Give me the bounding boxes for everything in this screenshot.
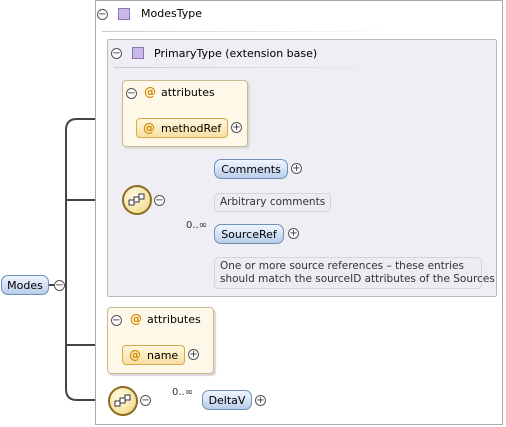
source-ref-doc-line-1: One or more source references – these en… <box>220 260 464 272</box>
source-ref-doc-line-2: should match the sourceID attributes of … <box>220 273 495 285</box>
delta-v-element[interactable]: DeltaV <box>202 390 252 410</box>
complex-type-icon <box>118 8 130 20</box>
attributes-header: attributes <box>161 86 215 99</box>
attribute-icon: @ <box>129 348 141 362</box>
attributes-header: attributes <box>147 313 201 326</box>
modes-type-label: ModesType <box>141 7 202 20</box>
source-ref-occurrence: 0..∞ <box>186 220 208 231</box>
attributes-collapse-icon[interactable]: − <box>111 315 122 326</box>
type-icon <box>132 47 144 59</box>
name-expand-icon[interactable]: + <box>188 349 199 360</box>
sequence-collapse-icon[interactable]: − <box>140 395 151 406</box>
attribute-icon: @ <box>144 85 156 99</box>
modes-type-collapse-icon[interactable]: − <box>97 9 108 20</box>
primary-type-label: PrimaryType (extension base) <box>154 47 318 60</box>
primary-type-collapse-icon[interactable]: − <box>111 48 122 59</box>
source-ref-documentation: One or more source references – these en… <box>214 257 495 289</box>
modes-collapse-icon[interactable]: − <box>54 280 65 291</box>
sequence-icon <box>114 394 131 407</box>
comments-element[interactable]: Comments <box>214 159 288 179</box>
sequence-compositor-icon[interactable] <box>108 386 138 416</box>
delta-v-expand-icon[interactable]: + <box>255 395 266 406</box>
modes-type-divider <box>102 31 392 32</box>
method-ref-label: methodRef <box>161 121 222 135</box>
sequence-collapse-icon[interactable]: − <box>154 195 165 206</box>
method-ref-expand-icon[interactable]: + <box>231 122 242 133</box>
sequence-icon <box>128 193 145 206</box>
name-attribute[interactable]: @ name <box>122 345 185 365</box>
attribute-icon: @ <box>143 121 155 135</box>
name-attribute-label: name <box>147 348 179 362</box>
source-ref-expand-icon[interactable]: + <box>288 228 299 239</box>
attributes-collapse-icon[interactable]: − <box>126 88 137 99</box>
sequence-compositor-icon[interactable] <box>122 185 152 215</box>
delta-v-occurrence: 0..∞ <box>172 387 194 398</box>
comments-expand-icon[interactable]: + <box>291 163 302 174</box>
attribute-icon: @ <box>130 312 142 326</box>
modes-element[interactable]: Modes <box>1 275 49 295</box>
method-ref-attribute[interactable]: @ methodRef <box>136 118 228 138</box>
source-ref-element[interactable]: SourceRef <box>214 224 284 244</box>
comments-documentation: Arbitrary comments <box>214 193 332 212</box>
extension-divider <box>114 67 404 68</box>
